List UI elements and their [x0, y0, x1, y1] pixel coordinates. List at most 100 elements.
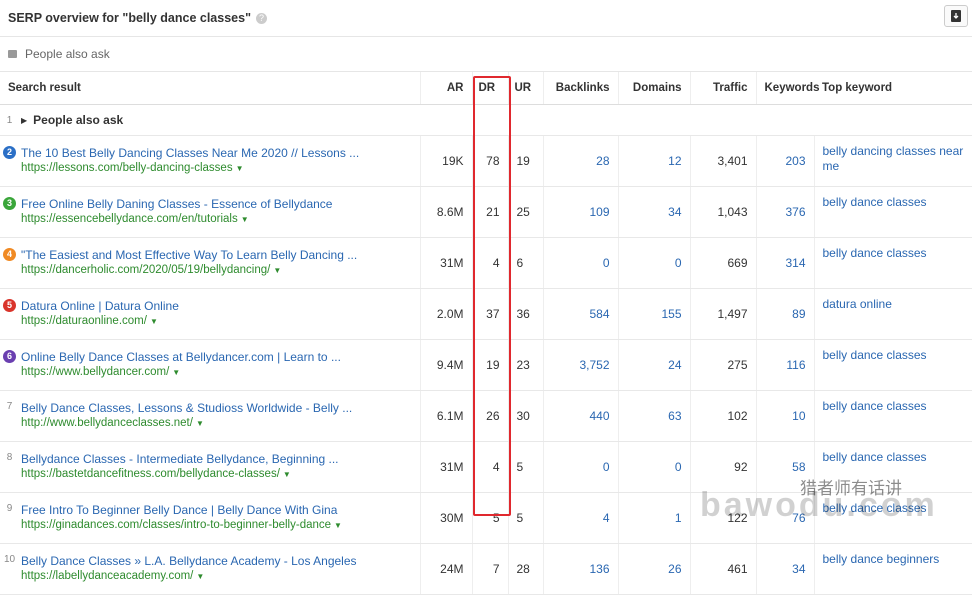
domains-link[interactable]: 26 — [617, 543, 690, 595]
row-index: 1 — [6, 114, 13, 126]
keywords-link[interactable]: 314 — [755, 237, 814, 289]
result-title-link[interactable]: Online Belly Dance Classes at Bellydance… — [21, 350, 341, 365]
result-title-link[interactable]: The 10 Best Belly Dancing Classes Near M… — [21, 146, 359, 161]
chevron-down-icon[interactable]: ▼ — [196, 572, 204, 581]
chevron-down-icon[interactable]: ▼ — [196, 419, 204, 428]
watermark-label: 猎者师有话讲 — [800, 479, 902, 498]
table-header: Search result AR DR UR Backlinks Domains… — [0, 72, 972, 105]
backlinks-link[interactable]: 109 — [542, 186, 618, 238]
keywords-link[interactable]: 89 — [755, 288, 814, 340]
col-ur[interactable]: UR — [507, 72, 543, 105]
result-url-link[interactable]: https://labellydanceacademy.com/▼ — [21, 569, 357, 584]
rank-badge: 5 — [3, 299, 16, 312]
backlinks-link[interactable]: 28 — [542, 135, 618, 187]
row-index: 8 — [6, 452, 13, 463]
result-title-link[interactable]: Belly Dance Classes, Lessons & Studioss … — [21, 401, 352, 416]
result-url-link[interactable]: https://daturaonline.com/▼ — [21, 314, 179, 329]
keywords-link[interactable]: 34 — [755, 543, 814, 595]
chevron-down-icon[interactable]: ▼ — [273, 266, 281, 275]
top-keyword-link[interactable]: belly dance beginners — [813, 543, 972, 595]
keywords-link[interactable]: 376 — [755, 186, 814, 238]
table-row: 10 Belly Dance Classes » L.A. Bellydance… — [0, 543, 972, 595]
expand-triangle-icon[interactable]: ▶ — [21, 116, 27, 125]
result-url-link[interactable]: https://bastetdancefitness.com/bellydanc… — [21, 467, 339, 482]
keywords-link[interactable]: 203 — [755, 135, 814, 187]
dr-cell: 37 — [471, 288, 508, 340]
top-keyword-link[interactable]: belly dance classes — [813, 339, 972, 391]
top-keyword-link[interactable]: belly dance classes — [813, 237, 972, 289]
result-url-link[interactable]: https://ginadances.com/classes/intro-to-… — [21, 518, 342, 533]
backlinks-link[interactable]: 440 — [542, 390, 618, 442]
result-title-link[interactable]: Free Online Belly Daning Classes - Essen… — [21, 197, 332, 212]
chevron-down-icon[interactable]: ▼ — [172, 368, 180, 377]
backlinks-link[interactable]: 584 — [542, 288, 618, 340]
backlinks-link[interactable]: 0 — [542, 237, 618, 289]
chevron-down-icon[interactable]: ▼ — [236, 164, 244, 173]
export-button[interactable] — [944, 5, 968, 27]
dr-cell: 5 — [471, 492, 508, 544]
col-backlinks[interactable]: Backlinks — [542, 72, 618, 105]
chevron-down-icon[interactable]: ▼ — [150, 317, 158, 326]
domains-link[interactable]: 12 — [617, 135, 690, 187]
people-also-ask-filter[interactable]: People also ask — [0, 37, 972, 72]
result-title-link[interactable]: "The Easiest and Most Effective Way To L… — [21, 248, 357, 263]
dr-cell: 4 — [471, 237, 508, 289]
keywords-link[interactable]: 116 — [755, 339, 814, 391]
top-keyword-link[interactable]: belly dance classes — [813, 390, 972, 442]
ur-cell: 6 — [507, 237, 543, 289]
col-keywords[interactable]: Keywords — [755, 72, 819, 105]
dr-cell: 26 — [471, 390, 508, 442]
result-url-link[interactable]: https://www.bellydancer.com/▼ — [21, 365, 341, 380]
dr-cell: 78 — [471, 135, 508, 187]
result-url-link[interactable]: https://dancerholic.com/2020/05/19/belly… — [21, 263, 357, 278]
people-also-ask-label: People also ask — [25, 47, 110, 61]
backlinks-link[interactable]: 0 — [542, 441, 618, 493]
col-dr[interactable]: DR — [471, 72, 508, 105]
domains-link[interactable]: 24 — [617, 339, 690, 391]
domains-link[interactable]: 1 — [617, 492, 690, 544]
domains-link[interactable]: 155 — [617, 288, 690, 340]
col-traffic[interactable]: Traffic — [689, 72, 756, 105]
table-row: 5 Datura Online | Datura Online https://… — [0, 288, 972, 340]
chevron-down-icon[interactable]: ▼ — [283, 470, 291, 479]
traffic-cell: 461 — [689, 543, 756, 595]
col-domains[interactable]: Domains — [617, 72, 690, 105]
domains-link[interactable]: 0 — [617, 237, 690, 289]
backlinks-link[interactable]: 3,752 — [542, 339, 618, 391]
ur-cell: 30 — [507, 390, 543, 442]
result-url-link[interactable]: https://essencebellydance.com/en/tutoria… — [21, 212, 332, 227]
domains-link[interactable]: 63 — [617, 390, 690, 442]
result-title-link[interactable]: Free Intro To Beginner Belly Dance | Bel… — [21, 503, 342, 518]
paa-row[interactable]: 1 ▶ People also ask — [0, 104, 972, 136]
result-title-link[interactable]: Datura Online | Datura Online — [21, 299, 179, 314]
result-url-link[interactable]: https://lessons.com/belly-dancing-classe… — [21, 161, 359, 176]
result-title-link[interactable]: Belly Dance Classes » L.A. Bellydance Ac… — [21, 554, 357, 569]
help-icon[interactable]: ? — [256, 12, 267, 24]
ar-cell: 31M — [419, 237, 472, 289]
ur-cell: 5 — [507, 492, 543, 544]
ur-cell: 36 — [507, 288, 543, 340]
domains-link[interactable]: 34 — [617, 186, 690, 238]
row-index: 7 — [6, 401, 13, 412]
col-ar[interactable]: AR — [419, 72, 472, 105]
dr-cell: 19 — [471, 339, 508, 391]
result-title-link[interactable]: Bellydance Classes - Intermediate Bellyd… — [21, 452, 339, 467]
result-url: https://bastetdancefitness.com/bellydanc… — [21, 468, 280, 480]
ur-cell: 28 — [507, 543, 543, 595]
dr-cell: 7 — [471, 543, 508, 595]
col-top-keyword[interactable]: Top keyword — [814, 72, 972, 105]
page-title: SERP overview for "belly dance classes" — [8, 11, 251, 25]
backlinks-link[interactable]: 4 — [542, 492, 618, 544]
keywords-link[interactable]: 10 — [755, 390, 814, 442]
top-keyword-link[interactable]: belly dancing classes near me — [813, 135, 972, 187]
chevron-down-icon[interactable]: ▼ — [241, 215, 249, 224]
domains-link[interactable]: 0 — [617, 441, 690, 493]
top-keyword-link[interactable]: belly dance classes — [813, 186, 972, 238]
ur-cell: 25 — [507, 186, 543, 238]
col-search-result[interactable]: Search result — [0, 72, 420, 105]
traffic-cell: 1,043 — [689, 186, 756, 238]
result-url-link[interactable]: http://www.bellydanceclasses.net/▼ — [21, 416, 352, 431]
backlinks-link[interactable]: 136 — [542, 543, 618, 595]
chevron-down-icon[interactable]: ▼ — [334, 521, 342, 530]
top-keyword-link[interactable]: datura online — [813, 288, 972, 340]
